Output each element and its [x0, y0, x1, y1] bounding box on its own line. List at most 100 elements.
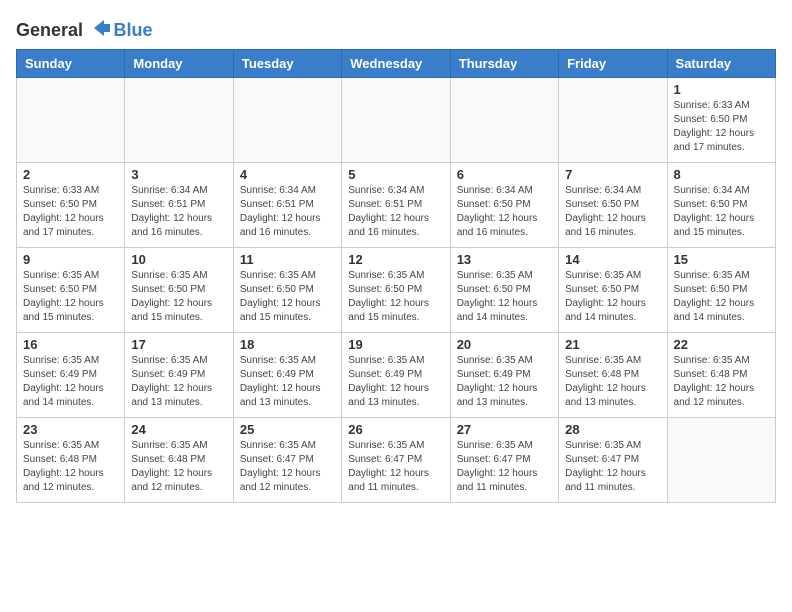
calendar-day-cell: 22 Sunrise: 6:35 AM Sunset: 6:48 PM Dayli… [667, 333, 775, 418]
calendar-day-cell [125, 78, 233, 163]
day-number: 14 [565, 252, 660, 267]
day-info: Sunrise: 6:35 AM Sunset: 6:50 PM Dayligh… [457, 269, 552, 325]
day-number: 23 [23, 422, 118, 437]
calendar-week-row: 23 Sunrise: 6:35 AM Sunset: 6:48 PM Dayli… [17, 418, 776, 503]
logo-arrow-icon [90, 16, 114, 40]
day-number: 11 [240, 252, 335, 267]
day-number: 21 [565, 337, 660, 352]
day-number: 3 [131, 167, 226, 182]
calendar-day-cell: 14Sunrise: 6:35 AM Sunset: 6:50 PM Dayli… [559, 248, 667, 333]
day-number: 22 [674, 337, 769, 352]
day-number: 4 [240, 167, 335, 182]
day-info: Sunrise: 6:34 AM Sunset: 6:50 PM Dayligh… [674, 184, 769, 240]
calendar-header-row: SundayMondayTuesdayWednesdayThursdayFrid… [17, 50, 776, 78]
day-info: Sunrise: 6:35 AM Sunset: 6:47 PM Dayligh… [348, 439, 443, 495]
day-number: 2 [23, 167, 118, 182]
calendar-day-cell: 25 Sunrise: 6:35 AM Sunset: 6:47 PM Dayli… [233, 418, 341, 503]
calendar-day-cell: 3 Sunrise: 6:34 AM Sunset: 6:51 PM Daylig… [125, 163, 233, 248]
calendar-day-header: Wednesday [342, 50, 450, 78]
calendar-day-cell: 26 Sunrise: 6:35 AM Sunset: 6:47 PM Dayli… [342, 418, 450, 503]
calendar-day-cell: 7 Sunrise: 6:34 AM Sunset: 6:50 PM Daylig… [559, 163, 667, 248]
day-number: 20 [457, 337, 552, 352]
calendar-day-cell: 21 Sunrise: 6:35 AM Sunset: 6:48 PM Dayli… [559, 333, 667, 418]
day-number: 5 [348, 167, 443, 182]
day-number: 6 [457, 167, 552, 182]
day-info: Sunrise: 6:35 AM Sunset: 6:49 PM Dayligh… [23, 354, 118, 410]
day-info: Sunrise: 6:34 AM Sunset: 6:50 PM Dayligh… [565, 184, 660, 240]
calendar-day-cell [667, 418, 775, 503]
calendar-day-cell: 11Sunrise: 6:35 AM Sunset: 6:50 PM Dayli… [233, 248, 341, 333]
day-info: Sunrise: 6:35 AM Sunset: 6:48 PM Dayligh… [131, 439, 226, 495]
day-number: 12 [348, 252, 443, 267]
calendar-day-header: Tuesday [233, 50, 341, 78]
calendar-day-cell: 17 Sunrise: 6:35 AM Sunset: 6:49 PM Dayli… [125, 333, 233, 418]
day-info: Sunrise: 6:35 AM Sunset: 6:50 PM Dayligh… [348, 269, 443, 325]
day-info: Sunrise: 6:34 AM Sunset: 6:50 PM Dayligh… [457, 184, 552, 240]
day-info: Sunrise: 6:35 AM Sunset: 6:50 PM Dayligh… [674, 269, 769, 325]
calendar-day-cell: 23 Sunrise: 6:35 AM Sunset: 6:48 PM Dayli… [17, 418, 125, 503]
day-info: Sunrise: 6:35 AM Sunset: 6:47 PM Dayligh… [565, 439, 660, 495]
day-number: 15 [674, 252, 769, 267]
day-info: Sunrise: 6:35 AM Sunset: 6:47 PM Dayligh… [457, 439, 552, 495]
calendar-day-cell: 15 Sunrise: 6:35 AM Sunset: 6:50 PM Dayli… [667, 248, 775, 333]
calendar-day-header: Monday [125, 50, 233, 78]
day-number: 7 [565, 167, 660, 182]
calendar-day-cell: 5Sunrise: 6:34 AM Sunset: 6:51 PM Daylig… [342, 163, 450, 248]
day-number: 13 [457, 252, 552, 267]
calendar-day-cell: 6 Sunrise: 6:34 AM Sunset: 6:50 PM Daylig… [450, 163, 558, 248]
day-info: Sunrise: 6:35 AM Sunset: 6:49 PM Dayligh… [348, 354, 443, 410]
day-number: 18 [240, 337, 335, 352]
day-info: Sunrise: 6:35 AM Sunset: 6:50 PM Dayligh… [131, 269, 226, 325]
calendar-day-cell [17, 78, 125, 163]
calendar-day-cell: 16 Sunrise: 6:35 AM Sunset: 6:49 PM Dayli… [17, 333, 125, 418]
day-number: 1 [674, 82, 769, 97]
logo-general: General [16, 20, 83, 40]
day-info: Sunrise: 6:35 AM Sunset: 6:49 PM Dayligh… [240, 354, 335, 410]
calendar-day-cell: 8 Sunrise: 6:34 AM Sunset: 6:50 PM Daylig… [667, 163, 775, 248]
calendar-week-row: 2 Sunrise: 6:33 AM Sunset: 6:50 PM Daylig… [17, 163, 776, 248]
day-info: Sunrise: 6:35 AM Sunset: 6:48 PM Dayligh… [23, 439, 118, 495]
day-number: 25 [240, 422, 335, 437]
day-info: Sunrise: 6:34 AM Sunset: 6:51 PM Dayligh… [131, 184, 226, 240]
day-number: 8 [674, 167, 769, 182]
day-info: Sunrise: 6:35 AM Sunset: 6:49 PM Dayligh… [457, 354, 552, 410]
calendar-day-cell: 2 Sunrise: 6:33 AM Sunset: 6:50 PM Daylig… [17, 163, 125, 248]
day-number: 10 [131, 252, 226, 267]
calendar-day-cell: 13 Sunrise: 6:35 AM Sunset: 6:50 PM Dayli… [450, 248, 558, 333]
calendar-day-cell: 4 Sunrise: 6:34 AM Sunset: 6:51 PM Daylig… [233, 163, 341, 248]
calendar-day-cell: 28 Sunrise: 6:35 AM Sunset: 6:47 PM Dayli… [559, 418, 667, 503]
calendar-day-cell [450, 78, 558, 163]
calendar-day-cell: 24 Sunrise: 6:35 AM Sunset: 6:48 PM Dayli… [125, 418, 233, 503]
calendar-week-row: 16 Sunrise: 6:35 AM Sunset: 6:49 PM Dayli… [17, 333, 776, 418]
calendar-day-cell [342, 78, 450, 163]
calendar-day-header: Thursday [450, 50, 558, 78]
day-number: 16 [23, 337, 118, 352]
day-info: Sunrise: 6:33 AM Sunset: 6:50 PM Dayligh… [23, 184, 118, 240]
calendar-day-cell: 1 Sunrise: 6:33 AM Sunset: 6:50 PM Daylig… [667, 78, 775, 163]
day-info: Sunrise: 6:35 AM Sunset: 6:50 PM Dayligh… [23, 269, 118, 325]
day-info: Sunrise: 6:35 AM Sunset: 6:48 PM Dayligh… [565, 354, 660, 410]
day-number: 9 [23, 252, 118, 267]
day-info: Sunrise: 6:34 AM Sunset: 6:51 PM Dayligh… [240, 184, 335, 240]
calendar-day-cell [233, 78, 341, 163]
calendar-day-cell: 18 Sunrise: 6:35 AM Sunset: 6:49 PM Dayli… [233, 333, 341, 418]
day-info: Sunrise: 6:35 AM Sunset: 6:48 PM Dayligh… [674, 354, 769, 410]
day-info: Sunrise: 6:33 AM Sunset: 6:50 PM Dayligh… [674, 99, 769, 155]
day-number: 26 [348, 422, 443, 437]
day-info: Sunrise: 6:35 AM Sunset: 6:49 PM Dayligh… [131, 354, 226, 410]
page-header: General Blue [16, 16, 776, 41]
day-number: 17 [131, 337, 226, 352]
day-number: 24 [131, 422, 226, 437]
calendar-day-cell: 27 Sunrise: 6:35 AM Sunset: 6:47 PM Dayli… [450, 418, 558, 503]
day-number: 28 [565, 422, 660, 437]
day-info: Sunrise: 6:35 AM Sunset: 6:47 PM Dayligh… [240, 439, 335, 495]
logo-blue: Blue [114, 20, 153, 40]
calendar-day-cell [559, 78, 667, 163]
calendar-week-row: 1 Sunrise: 6:33 AM Sunset: 6:50 PM Daylig… [17, 78, 776, 163]
day-number: 27 [457, 422, 552, 437]
calendar-day-header: Sunday [17, 50, 125, 78]
calendar-day-cell: 19 Sunrise: 6:35 AM Sunset: 6:49 PM Dayli… [342, 333, 450, 418]
logo: General Blue [16, 20, 153, 41]
calendar-day-cell: 12 Sunrise: 6:35 AM Sunset: 6:50 PM Dayli… [342, 248, 450, 333]
day-number: 19 [348, 337, 443, 352]
